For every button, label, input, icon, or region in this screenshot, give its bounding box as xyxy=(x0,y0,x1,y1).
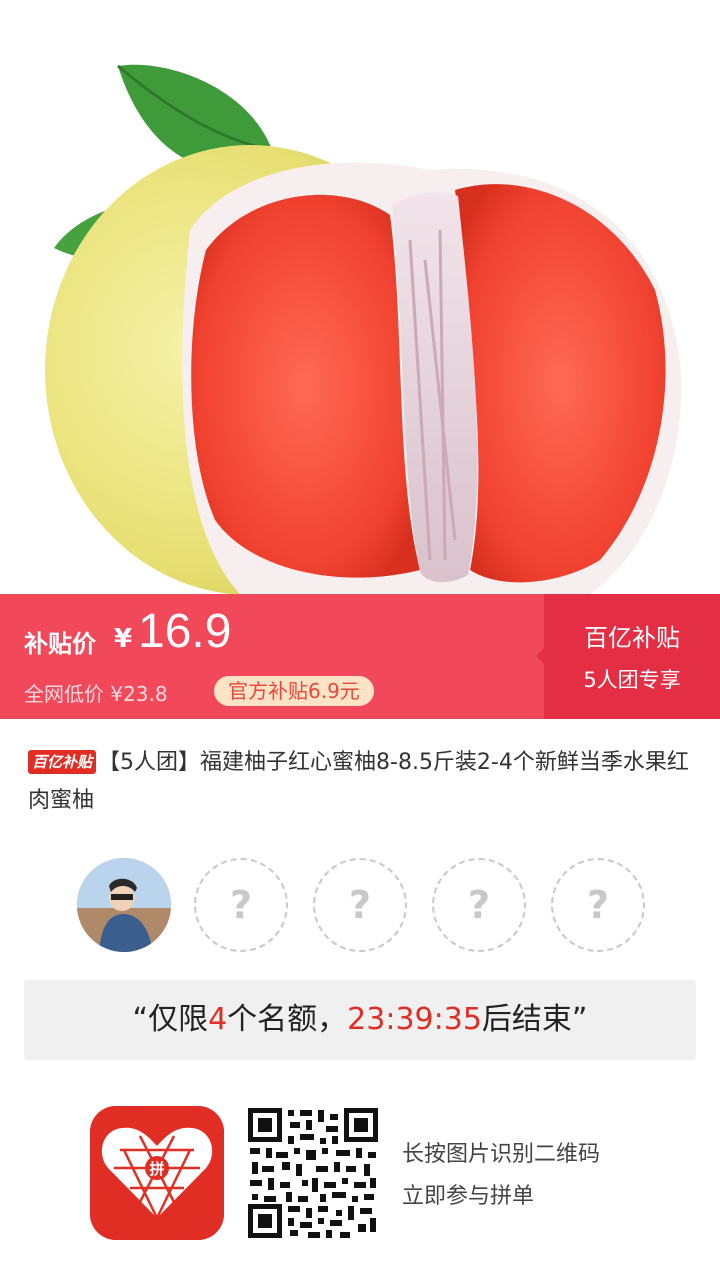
qr-hint-long-press: 长按图片识别二维码 xyxy=(402,1142,601,1167)
question-icon: ? xyxy=(586,883,610,927)
brand-tag: 百亿补贴 xyxy=(28,750,97,774)
empty-member-slot: ? xyxy=(313,858,407,952)
user-avatar-icon xyxy=(77,858,171,952)
price-banner: 补贴价 ¥ 16.9 全网低价 ¥23.8 官方补贴6.9元 百亿补贴 5人团专… xyxy=(0,594,720,719)
remaining-slots-count: 4 xyxy=(208,1002,228,1037)
currency-symbol: ¥ xyxy=(114,624,133,654)
product-title-block: 百亿补贴 【5人团】福建柚子红心蜜柚8-8.5斤装2-4个新鲜当季水果红肉蜜柚 xyxy=(28,744,692,820)
subsidy-badge xyxy=(544,594,720,719)
countdown-prefix: “仅限 xyxy=(132,1002,209,1037)
pinduoduo-logo-icon: 拼 xyxy=(90,1106,224,1240)
empty-member-slot: ? xyxy=(194,858,288,952)
avatar[interactable] xyxy=(77,858,171,952)
qr-code-icon[interactable] xyxy=(246,1106,380,1240)
countdown-timer: 23:39:35 xyxy=(347,1002,482,1037)
original-price: 全网低价 ¥23.8 xyxy=(24,682,168,706)
countdown-middle: 个名额， xyxy=(227,1002,348,1037)
svg-text:拼: 拼 xyxy=(149,1160,164,1178)
empty-member-slot: ? xyxy=(551,858,645,952)
empty-member-slot: ? xyxy=(432,858,526,952)
question-icon: ? xyxy=(467,883,491,927)
question-icon: ? xyxy=(348,883,372,927)
subsidy-price: 16.9 xyxy=(138,605,232,658)
product-title: 【5人团】福建柚子红心蜜柚8-8.5斤装2-4个新鲜当季水果红肉蜜柚 xyxy=(28,750,689,813)
qr-hint-join: 立即参与拼单 xyxy=(402,1184,535,1209)
countdown-banner: “仅限4个名额，23:39:35后结束” xyxy=(24,980,696,1060)
badge-subtitle: 5人团专享 xyxy=(583,668,681,692)
pomelo-illustration xyxy=(45,64,682,594)
countdown-suffix: 后结束” xyxy=(481,1002,588,1037)
question-icon: ? xyxy=(229,883,253,927)
product-image xyxy=(0,0,720,594)
badge-title: 百亿补贴 xyxy=(584,624,680,652)
group-member-slots: ? ? ? ? xyxy=(0,858,720,954)
subsidy-amount-pill: 官方补贴6.9元 xyxy=(214,676,374,706)
price-label: 补贴价 xyxy=(24,630,96,658)
